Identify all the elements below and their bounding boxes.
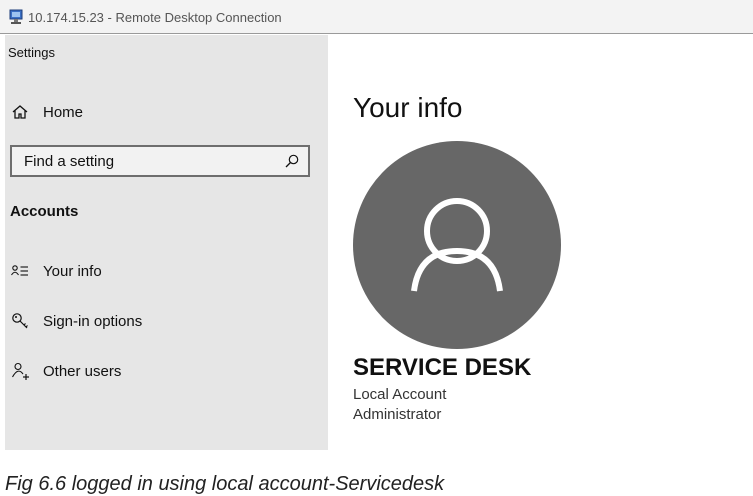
add-user-icon: [12, 362, 29, 380]
account-role: Administrator: [353, 406, 442, 423]
account-type: Local Account: [353, 386, 447, 403]
figure-caption: Fig 6.6 logged in using local account-Se…: [5, 473, 445, 495]
settings-sidebar: Settings Home Accounts Your info Sign-: [5, 35, 328, 450]
app-title: Settings: [8, 45, 55, 60]
section-title-accounts: Accounts: [10, 203, 79, 220]
contact-card-icon: [11, 265, 28, 276]
window-title: 10.174.15.23 - Remote Desktop Connection: [28, 10, 282, 25]
page-title: Your info: [353, 92, 463, 123]
home-icon: [12, 105, 28, 119]
search-box[interactable]: [10, 145, 310, 177]
nav-your-info-label: Your info: [43, 262, 102, 280]
window-titlebar: 10.174.15.23 - Remote Desktop Connection: [0, 0, 753, 34]
nav-sign-in-options-label: Sign-in options: [43, 312, 143, 330]
nav-your-info[interactable]: Your info: [5, 254, 328, 288]
nav-other-users-label: Other users: [43, 362, 122, 380]
nav-home-label: Home: [43, 103, 84, 121]
key-icon: [12, 313, 28, 329]
avatar: [353, 141, 561, 349]
nav-other-users[interactable]: Other users: [5, 354, 328, 388]
nav-home[interactable]: Home: [5, 95, 328, 129]
user-silhouette-icon: [411, 198, 503, 292]
user-name: SERVICE DESK: [353, 354, 532, 381]
remote-desktop-icon: [9, 9, 23, 24]
search-input[interactable]: [12, 147, 284, 175]
nav-sign-in-options[interactable]: Sign-in options: [5, 304, 328, 338]
search-icon[interactable]: [284, 153, 300, 169]
